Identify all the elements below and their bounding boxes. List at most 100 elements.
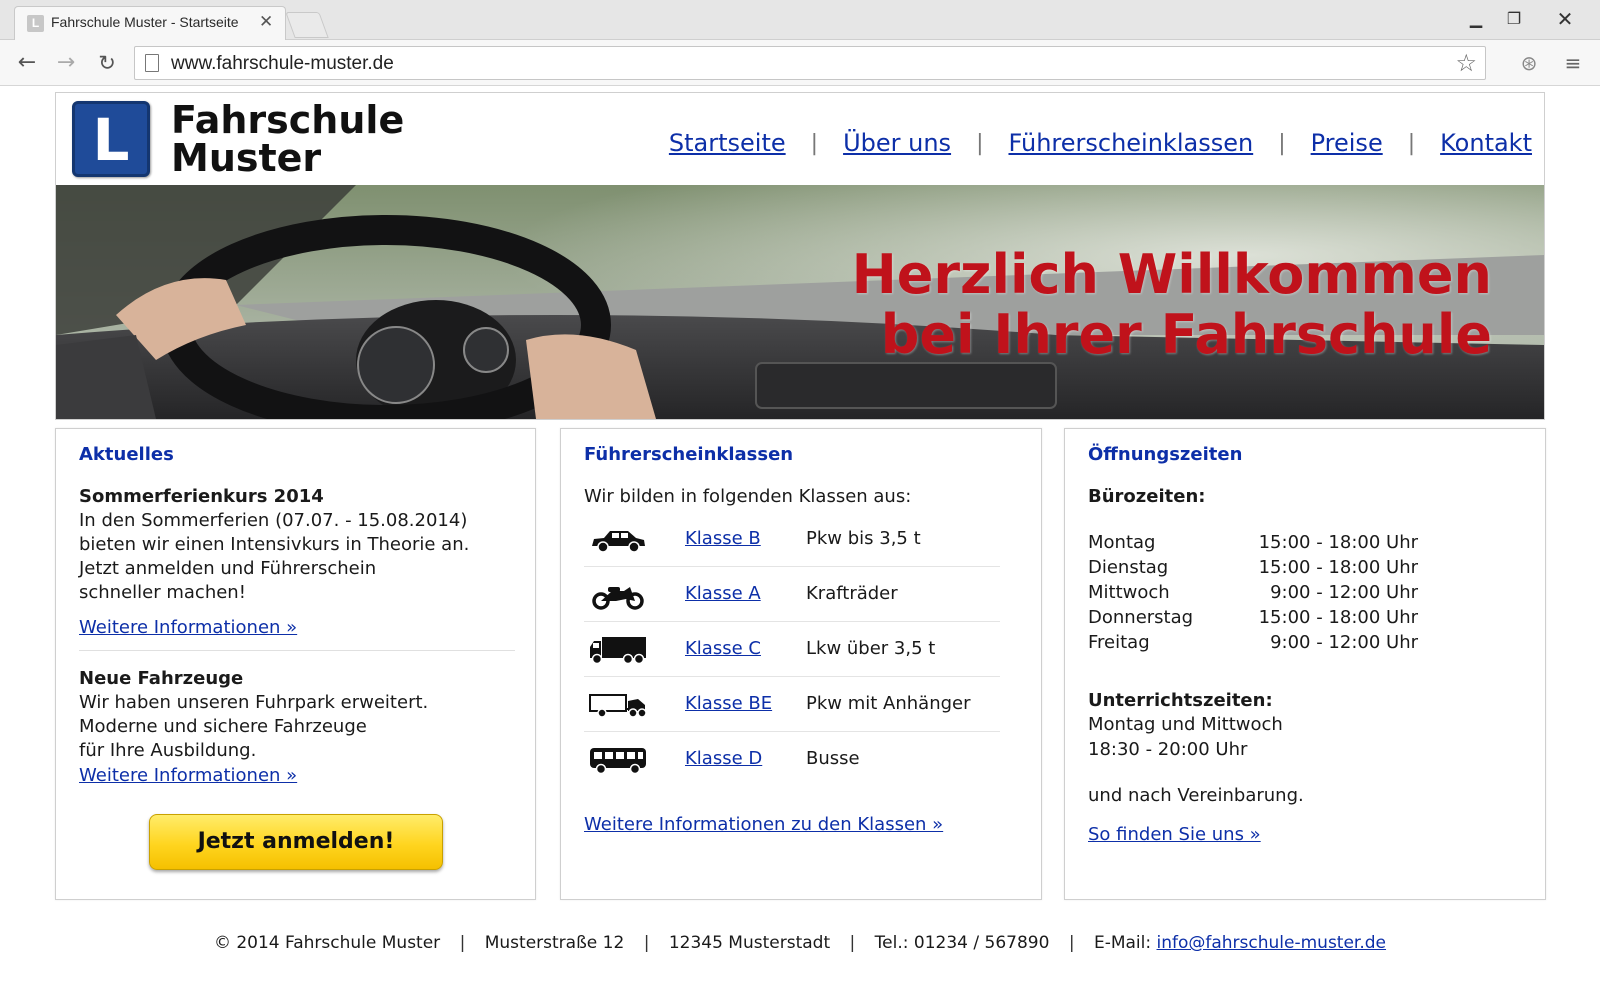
hours-day: Dienstag [1088,557,1169,578]
news-text-line: bieten wir einen Intensivkurs in Theorie… [79,534,470,555]
news-box-title: Aktuelles [79,444,174,465]
license-classes-box: Führerscheinklassen Wir bilden in folgen… [560,428,1042,900]
extension-icon[interactable]: ⊛ [1516,50,1542,76]
logo[interactable]: L [72,101,150,177]
close-window-icon[interactable]: ✕ [1545,6,1585,32]
class-description: Busse [806,748,860,769]
signup-button[interactable]: Jetzt anmelden! [149,814,443,870]
class-row: Klasse D Busse [584,732,1000,787]
footer-street: Musterstraße 12 [484,933,625,953]
lesson-days: Montag und Mittwoch [1088,714,1283,735]
site-footer: © 2014 Fahrschule Muster | Musterstraße … [0,933,1600,953]
footer-city: 12345 Musterstadt [668,933,831,953]
nav-ueber-uns[interactable]: Über uns [843,129,951,157]
classes-more-info-link[interactable]: Weitere Informationen zu den Klassen » [584,814,943,835]
url-text[interactable]: www.fahrschule-muster.de [171,53,394,75]
hours-day: Donnerstag [1088,607,1194,628]
hero-heading: Herzlich Willkommen bei Ihrer Fahrschule [852,245,1492,365]
address-bar[interactable]: www.fahrschule-muster.de ☆ [134,46,1486,80]
star-icon[interactable]: ☆ [1455,49,1477,77]
nav-separator: | [1407,130,1416,156]
class-description: Lkw über 3,5 t [806,638,936,659]
site-header-frame: L Fahrschule Muster Startseite | Über un… [55,92,1545,420]
nav-separator: | [976,130,984,156]
news-box: Aktuelles Sommerferienkurs 2014 In den S… [55,428,536,900]
footer-copyright: © 2014 Fahrschule Muster [213,933,441,953]
car-icon [592,531,645,553]
reload-icon[interactable]: ↻ [92,48,122,78]
class-description: Krafträder [806,583,898,604]
news-text-line: Jetzt anmelden und Führerschein [79,558,377,579]
nav-startseite[interactable]: Startseite [669,129,786,157]
class-link-c[interactable]: Klasse C [685,637,761,661]
favicon-icon: L [27,15,44,32]
brand-name[interactable]: Fahrschule Muster [171,101,404,177]
news-item-body: In den Sommerferien (07.07. - 15.08.2014… [79,509,499,605]
main-navigation: Startseite | Über uns | Führerscheinklas… [669,129,1532,157]
appointment-note: und nach Vereinbarung. [1088,785,1304,806]
nav-separator: | [1278,130,1286,156]
footer-separator: | [643,933,650,953]
lesson-time: 18:30 - 20:00 Uhr [1088,739,1248,760]
class-description: Pkw mit Anhänger [806,693,971,714]
browser-toolbar: ← → ↻ www.fahrschule-muster.de ☆ ⊛ ≡ [0,40,1600,86]
bus-icon [590,748,646,775]
hours-row: Dienstag 15:00 - 18:00 Uhr [1088,556,1418,581]
news-text-line: schneller machen! [79,582,246,603]
class-link-be[interactable]: Klasse BE [685,692,772,716]
logo-plate-icon: L [72,101,150,177]
news-more-info-link[interactable]: Weitere Informationen » [79,617,297,638]
logo-letter: L [92,106,130,174]
news-item-body: Wir haben unseren Fuhrpark erweitert. Mo… [79,691,499,763]
new-tab-button[interactable] [285,12,329,38]
close-tab-icon[interactable]: ✕ [259,12,273,32]
tab-title: Fahrschule Muster - Startseite [51,14,239,30]
news-text-line: für Ihre Ausbildung. [79,740,257,761]
footer-email-link[interactable]: info@fahrschule-muster.de [1157,933,1387,953]
browser-tab[interactable]: L Fahrschule Muster - Startseite ✕ [14,6,286,40]
forward-arrow-icon[interactable]: → [51,48,81,78]
maximize-window-icon[interactable]: ❐ [1494,6,1534,32]
minimize-window-icon[interactable]: ▁ [1456,6,1496,32]
class-row: Klasse BE Pkw mit Anhänger [584,677,1000,732]
hours-time: 9:00 - 12:00 Uhr [1270,582,1418,603]
office-hours-title: Bürozeiten: [1088,486,1206,507]
nav-kontakt[interactable]: Kontakt [1440,129,1532,157]
class-link-b[interactable]: Klasse B [685,527,761,551]
divider [79,650,515,651]
hours-time: 15:00 - 18:00 Uhr [1258,532,1418,553]
class-row: Klasse B Pkw bis 3,5 t [584,512,1000,567]
opening-hours-box: Öffnungszeiten Bürozeiten: Montag 15:00 … [1064,428,1546,900]
footer-separator: | [1068,933,1075,953]
nav-preise[interactable]: Preise [1311,129,1383,157]
brand-line-1: Fahrschule [171,98,405,142]
news-text-line: Moderne und sichere Fahrzeuge [79,716,367,737]
directions-link[interactable]: So finden Sie uns » [1088,824,1261,845]
hours-row: Freitag 9:00 - 12:00 Uhr [1088,631,1418,656]
class-link-d[interactable]: Klasse D [685,747,762,771]
hours-day: Montag [1088,532,1156,553]
lesson-hours-title: Unterrichtszeiten: [1088,690,1273,711]
hours-day: Mittwoch [1088,582,1170,603]
hours-row: Mittwoch 9:00 - 12:00 Uhr [1088,581,1418,606]
classes-list: Klasse B Pkw bis 3,5 t Klasse A Krafträd… [584,512,1000,787]
classes-intro: Wir bilden in folgenden Klassen aus: [584,486,912,507]
nav-fuehrerscheinklassen[interactable]: Führerscheinklassen [1008,129,1253,157]
brand-line-2: Muster [171,136,322,180]
hero-line-2: bei Ihrer Fahrschule [880,303,1492,366]
hours-time: 9:00 - 12:00 Uhr [1270,632,1418,653]
hours-day: Freitag [1088,632,1150,653]
hero-banner: Herzlich Willkommen bei Ihrer Fahrschule [56,185,1544,419]
back-arrow-icon[interactable]: ← [12,48,42,78]
site-header: L Fahrschule Muster Startseite | Über un… [56,93,1544,185]
news-text-line: Wir haben unseren Fuhrpark erweitert. [79,692,429,713]
class-link-a[interactable]: Klasse A [685,582,761,606]
classes-box-title: Führerscheinklassen [584,444,794,465]
truck-icon [590,637,646,665]
trailer-icon [589,694,647,718]
hamburger-menu-icon[interactable]: ≡ [1560,50,1586,76]
news-item-title: Neue Fahrzeuge [79,668,244,689]
hours-row: Montag 15:00 - 18:00 Uhr [1088,531,1418,556]
hours-time: 15:00 - 18:00 Uhr [1258,557,1418,578]
news-more-info-link[interactable]: Weitere Informationen » [79,765,297,786]
